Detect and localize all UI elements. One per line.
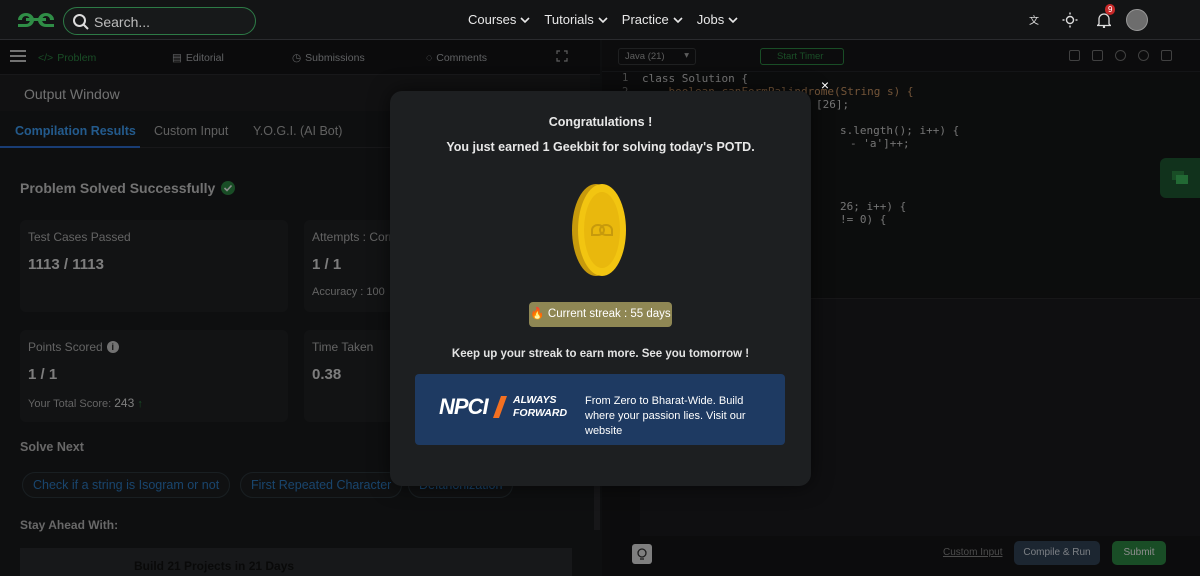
npci-ad-banner[interactable]: NPCI ALWAYS FORWARD From Zero to Bharat-… (415, 374, 785, 445)
chevron-down-icon (728, 16, 738, 23)
notification-bell-icon[interactable]: 9 (1094, 4, 1116, 30)
gfg-logo[interactable] (14, 8, 58, 32)
nav-tutorials-label: Tutorials (544, 12, 594, 27)
fire-icon: 🔥 (530, 308, 545, 320)
nav-jobs[interactable]: Jobs (697, 12, 738, 27)
user-avatar[interactable] (1126, 9, 1148, 31)
close-icon[interactable]: × (818, 78, 832, 92)
top-icons: 文 9 (1026, 4, 1116, 30)
chevron-down-icon (598, 16, 608, 23)
search-bar[interactable]: Search... (63, 7, 256, 35)
banner-text: From Zero to Bharat-Wide. Build where yo… (585, 395, 746, 437)
search-icon (73, 14, 89, 30)
search-placeholder: Search... (94, 14, 151, 30)
chevron-down-icon (520, 16, 530, 23)
npci-logo: NPCI ALWAYS FORWARD (439, 392, 574, 426)
geekbit-coin-icon (572, 184, 626, 276)
nav-practice[interactable]: Practice (622, 12, 683, 27)
modal-title: Congratulations ! (548, 115, 653, 129)
translate-icon[interactable]: 文 (1026, 10, 1046, 30)
notification-count-badge: 9 (1105, 4, 1116, 15)
npci-tagline: ALWAYS FORWARD (513, 394, 568, 419)
chevron-down-icon (673, 16, 683, 23)
nav-tutorials[interactable]: Tutorials (544, 12, 608, 27)
npci-brand-text: NPCI (439, 394, 489, 419)
current-streak-badge: 🔥 Current streak : 55 days (529, 302, 672, 327)
nav-practice-label: Practice (621, 12, 669, 27)
nav-jobs-label: Jobs (696, 12, 725, 27)
nav-courses-label: Courses (468, 12, 517, 27)
congrats-modal: Congratulations ! You just earned 1 Geek… (390, 91, 811, 486)
keep-up-text: Keep up your streak to earn more. See yo… (451, 348, 750, 360)
npci-accent-mark (492, 396, 508, 418)
svg-text:文: 文 (1029, 14, 1039, 27)
top-navbar: Search... Courses Tutorials Practice Job… (0, 0, 1200, 40)
streak-text: Current streak : 55 days (547, 308, 671, 320)
nav-links: Courses Tutorials Practice Jobs (468, 12, 738, 27)
page: Search... Courses Tutorials Practice Job… (0, 0, 1200, 576)
theme-toggle-icon[interactable] (1060, 10, 1080, 30)
nav-courses[interactable]: Courses (468, 12, 530, 27)
modal-subtitle: You just earned 1 Geekbit for solving to… (446, 140, 755, 154)
